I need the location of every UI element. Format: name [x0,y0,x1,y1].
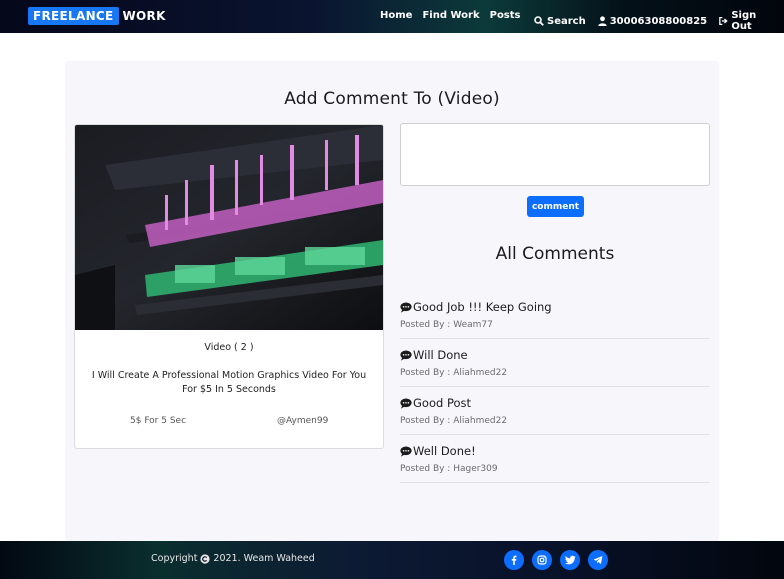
post-description: I Will Create A Professional Motion Grap… [91,370,367,395]
comment-text: Good Job !!! Keep Going [413,300,552,314]
comment-submit-button[interactable]: comment [527,196,584,217]
nav-user-label: 30006308800825 [609,15,708,27]
post-card: Video ( 2 ) I Will Create A Professional… [74,124,384,449]
instagram-icon [537,555,547,565]
comment-textarea[interactable] [400,123,710,186]
nav-signout-label: Sign Out [731,10,757,32]
sign-out-icon [719,17,728,25]
comment-item: Will Done Posted By : Aliahmed22 [400,339,710,387]
brand-logo[interactable]: FREELANCE WORK [28,7,166,25]
nav-links: Home Find Work Posts [380,10,531,21]
brand-text: WORK [122,9,166,23]
footer: Copyright 2021. Weam Waheed [0,541,784,579]
comment-author: Posted By : Aliahmed22 [400,416,508,426]
comment-icon [400,350,412,361]
comment-body: Good Job !!! Keep Going [400,300,552,314]
page-title: Add Comment To (Video) [284,89,500,109]
nav-user[interactable]: 30006308800825 [598,16,707,27]
post-thumbnail-image [75,125,383,330]
brand-highlight: FREELANCE [28,7,119,25]
copyright-suffix: 2021. Weam Waheed [213,553,315,564]
copyright-icon [200,553,211,564]
facebook-icon [511,555,517,565]
search-icon [534,16,544,26]
comment-text: Well Done! [413,444,476,458]
nav-link-find-work[interactable]: Find Work [422,10,479,21]
comment-body: Will Done [400,348,468,362]
facebook-link[interactable] [504,550,524,570]
comment-icon [400,302,412,313]
comment-body: Good Post [400,396,471,410]
comment-author: Posted By : Hager309 [400,464,498,474]
twitter-link[interactable] [560,550,580,570]
comment-author: Posted By : Aliahmed22 [400,368,508,378]
nav-search-label: Search [547,15,586,27]
comment-text: Good Post [413,396,471,410]
nav-right: Search 30006308800825 Sign Out [534,10,784,32]
copyright-prefix: Copyright [151,553,198,564]
comment-text: Will Done [413,348,468,362]
nav-link-home[interactable]: Home [380,10,412,21]
post-price: 5$ For 5 Sec [130,416,187,426]
comment-item: Good Job !!! Keep Going Posted By : Weam… [400,291,710,339]
post-type-label: Video ( 2 ) [204,342,254,353]
post-author[interactable]: @Aymen99 [277,416,328,426]
user-icon [598,16,607,26]
comment-item: Good Post Posted By : Aliahmed22 [400,387,710,435]
telegram-link[interactable] [588,550,608,570]
instagram-link[interactable] [532,550,552,570]
main-panel: Add Comment To (Video) Video (2) I Wil… [65,61,719,541]
top-navbar: FREELANCE WORK Home Find Work Posts Sear… [0,0,784,33]
telegram-icon [593,556,603,564]
nav-link-posts[interactable]: Posts [490,10,521,21]
nav-search[interactable]: Search [534,16,586,27]
twitter-icon [564,555,575,565]
all-comments-title: All Comments [495,244,615,264]
social-links [504,550,616,570]
comments-list: Good Job !!! Keep Going Posted By : Weam… [400,291,710,483]
comment-author: Posted By : Weam77 [400,320,493,330]
nav-signout[interactable]: Sign Out [719,10,772,32]
copyright: Copyright 2021. Weam Waheed [151,553,315,564]
comment-icon [400,446,412,457]
comment-body: Well Done! [400,444,476,458]
comment-item: Well Done! Posted By : Hager309 [400,435,710,483]
comment-icon [400,398,412,409]
